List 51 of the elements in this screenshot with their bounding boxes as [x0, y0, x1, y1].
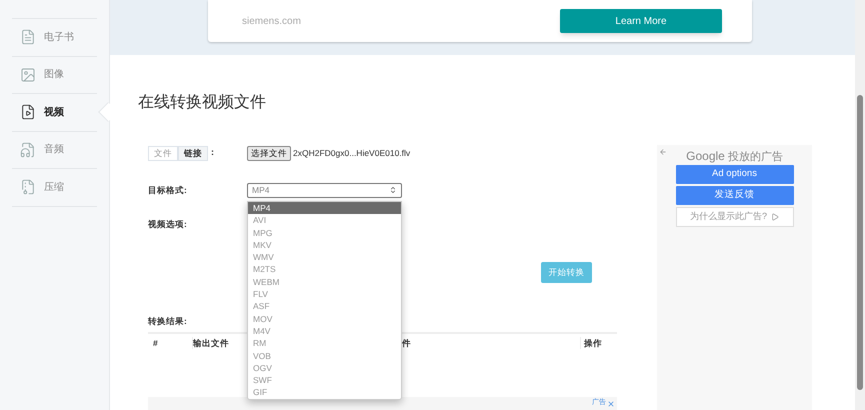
choose-file-button[interactable]: 选择文件: [247, 146, 291, 160]
ad-button[interactable]: Ad options: [676, 165, 794, 184]
sidebar-item[interactable]: 压缩: [12, 169, 97, 206]
google-wordmark: Google: [686, 148, 725, 165]
table-header-cell-text: 件: [401, 336, 412, 350]
ad-attribution: 投放的广告: [728, 150, 783, 165]
format-option[interactable]: WEBM: [248, 276, 401, 288]
format-option[interactable]: MOV: [248, 312, 401, 325]
start-button[interactable]: 开始转换: [541, 262, 592, 283]
file-icon: [20, 66, 36, 83]
adchoices-icon: [771, 213, 779, 221]
file-icon: [20, 29, 36, 46]
table-header-cell: 操作: [580, 336, 602, 350]
format-option[interactable]: M4V: [248, 324, 401, 338]
learn-more-button[interactable]: Learn More: [560, 9, 722, 33]
format-option[interactable]: SWF: [248, 374, 401, 386]
results-label: 转换结果:: [148, 315, 187, 327]
colon: :: [211, 146, 214, 160]
format-option[interactable]: OGV: [248, 362, 401, 374]
back-arrow-icon[interactable]: [659, 148, 667, 156]
format-option[interactable]: GIF: [248, 386, 401, 399]
format-option[interactable]: MKV: [248, 238, 401, 252]
format-option[interactable]: WMV: [248, 251, 401, 264]
ad-button[interactable]: 发送反馈: [676, 186, 794, 205]
table-header-cell-text: #: [152, 336, 159, 350]
close-icon[interactable]: [607, 400, 615, 408]
format-select[interactable]: MP4: [247, 182, 402, 198]
source-tab[interactable]: 链接: [178, 146, 208, 160]
format-label: 目标格式:: [148, 184, 188, 196]
file-icon: [20, 179, 36, 196]
options-label: 视频选项:: [148, 218, 188, 230]
page-title: 在线转换视频文件: [138, 93, 267, 113]
format-option[interactable]: RM: [248, 337, 401, 350]
format-option[interactable]: AVI: [248, 214, 401, 227]
ad-domain: siemens.com: [242, 14, 301, 28]
sidebar-item[interactable]: 电子书: [12, 19, 97, 56]
file-name: 2xQH2FD0gx0...HieV0E010.flv: [293, 146, 410, 160]
format-option[interactable]: VOB: [248, 350, 401, 362]
format-option[interactable]: MPG: [248, 226, 401, 239]
dropdown-caret-icon: [389, 186, 397, 194]
file-icon: [20, 142, 36, 158]
why-this-ad-button[interactable]: 为什么显示此广告?: [676, 207, 794, 227]
sidebar-item[interactable]: 图像: [12, 56, 97, 94]
sidebar-item[interactable]: 视频: [12, 94, 97, 132]
format-option[interactable]: MP4: [248, 202, 401, 214]
format-option[interactable]: FLV: [248, 288, 401, 300]
sidebar-item[interactable]: 音频: [12, 132, 97, 169]
source-tab[interactable]: 文件: [148, 146, 178, 160]
file-icon: [20, 104, 36, 120]
format-option[interactable]: ASF: [248, 300, 401, 313]
format-option[interactable]: M2TS: [248, 263, 401, 276]
